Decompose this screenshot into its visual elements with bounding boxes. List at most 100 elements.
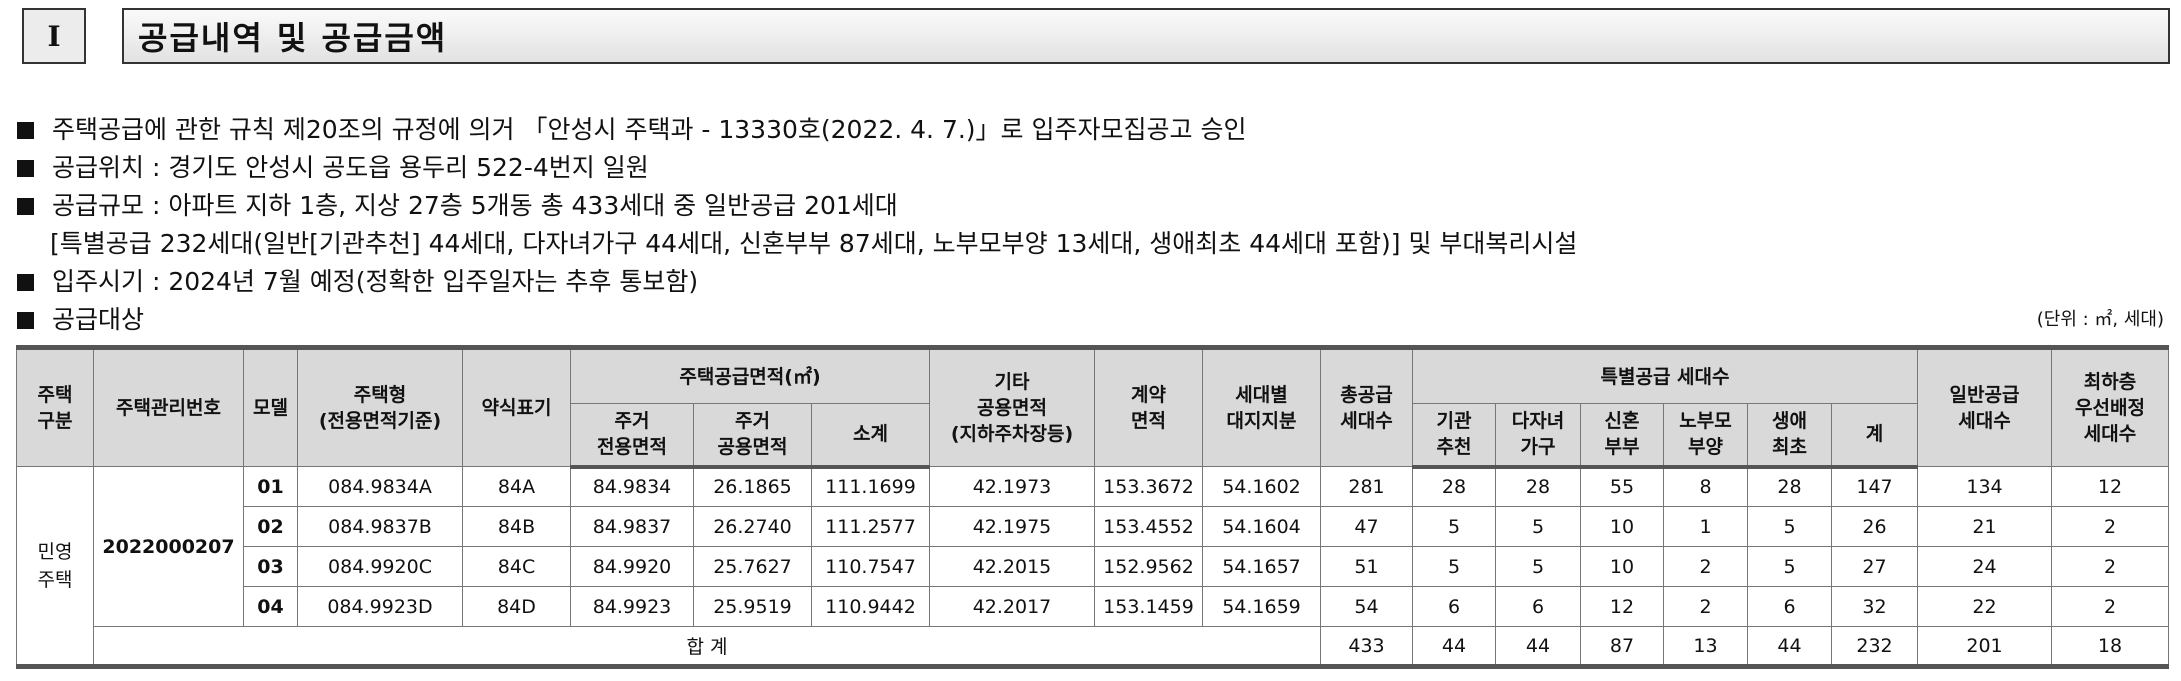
th-first-time: 생애 최초	[1747, 403, 1832, 469]
bullet-item: 공급대상 (단위 : ㎡, 세대)	[14, 301, 2164, 339]
cell-newlywed: 55	[1580, 466, 1664, 507]
cell-subtotal: 110.9442	[811, 586, 930, 627]
th-special: 특별공급 세대수	[1411, 347, 1919, 404]
th-lowest-floor: 최하층 우선배정 세대수	[2051, 347, 2170, 467]
square-bullet-icon	[17, 197, 34, 215]
cell-house-type: 084.9920C	[297, 546, 463, 587]
bullet-item: 공급위치 : 경기도 안성시 공도읍 용두리 522-4번지 일원	[14, 149, 2164, 187]
cell-abbr: 84C	[462, 546, 571, 587]
cell-house-type: 084.9834A	[297, 466, 463, 507]
cell-elderly: 1	[1663, 506, 1748, 547]
cell-total: 47	[1320, 506, 1413, 547]
cell-total: 54	[1320, 586, 1413, 627]
housing-category-cell: 민영 주택	[16, 466, 94, 667]
section-number: I	[22, 8, 86, 64]
cell-exclusive: 84.9920	[570, 546, 694, 587]
table-row: 민영 주택 2022000207 01 084.9834A 84A 84.983…	[16, 466, 2170, 667]
cell-general: 21	[1917, 506, 2053, 547]
section-header: I 공급내역 및 공급금액	[22, 8, 2170, 66]
cell-model: 02	[243, 506, 298, 547]
table-row: 04 084.9923D 84D 84.9923 25.9519 110.944…	[17, 586, 2170, 627]
cell-sp-total: 26	[1830, 506, 1919, 547]
cell-sp-total: 27	[1830, 546, 1919, 587]
cell-subtotal: 111.2577	[811, 506, 930, 547]
square-bullet-icon	[17, 159, 34, 177]
cell-first: 5	[1747, 546, 1832, 587]
cell-land: 54.1659	[1202, 586, 1321, 627]
th-elderly: 노부모 부양	[1663, 403, 1748, 469]
bullet-item: 주택공급에 관한 규칙 제20조의 규정에 의거 「안성시 주택과 - 1333…	[14, 111, 2164, 149]
mgmt-number-cell: 2022000207	[93, 466, 244, 627]
cell-newlywed: 12	[1580, 586, 1664, 627]
cell-abbr: 84A	[462, 466, 571, 507]
bullet-item: 입주시기 : 2024년 7월 예정(정확한 입주일자는 추후 통보함)	[14, 263, 2164, 301]
th-newlywed: 신혼 부부	[1580, 403, 1664, 469]
cell-land: 54.1657	[1202, 546, 1321, 587]
cell-general: 134	[1917, 466, 2053, 507]
cell-other: 42.2015	[929, 546, 1095, 587]
cell-first: 5	[1747, 506, 1832, 547]
th-model: 모델	[243, 347, 298, 467]
cell-newlywed: 10	[1580, 546, 1664, 587]
cell-multi: 5	[1495, 546, 1581, 587]
cell-total: 51	[1320, 546, 1413, 587]
unit-note: (단위 : ㎡, 세대)	[2036, 309, 2164, 330]
total-agency: 44	[1412, 626, 1496, 667]
total-lowest: 18	[2051, 626, 2170, 667]
cell-sp-total: 147	[1830, 466, 1919, 507]
cell-contract: 152.9562	[1094, 546, 1203, 587]
cell-elderly: 2	[1663, 586, 1748, 627]
cell-sp-total: 32	[1830, 586, 1919, 627]
cell-exclusive: 84.9923	[570, 586, 694, 627]
cell-lowest: 2	[2051, 586, 2170, 627]
cell-contract: 153.3672	[1094, 466, 1203, 507]
cell-contract: 153.4552	[1094, 506, 1203, 547]
th-subtotal: 소계	[811, 403, 930, 469]
total-units: 433	[1320, 626, 1413, 667]
bullet-continuation: [특별공급 232세대(일반[기관추천] 44세대, 다자녀가구 44세대, 신…	[50, 229, 1578, 258]
th-exclusive: 주거 전용면적	[570, 403, 694, 469]
cell-general: 22	[1917, 586, 2053, 627]
bullet-list: 주택공급에 관한 규칙 제20조의 규정에 의거 「안성시 주택과 - 1333…	[14, 111, 2164, 339]
table-row: 03 084.9920C 84C 84.9920 25.7627 110.754…	[17, 546, 2170, 587]
bullet-item: 공급규모 : 아파트 지하 1층, 지상 27층 5개동 총 433세대 중 일…	[14, 187, 2164, 225]
total-first: 44	[1747, 626, 1832, 667]
th-housing-category: 주택 구분	[16, 347, 94, 467]
cell-agency: 5	[1412, 546, 1496, 587]
th-contract-area: 계약 면적	[1094, 347, 1203, 467]
cell-common: 25.9519	[693, 586, 812, 627]
cell-subtotal: 111.1699	[811, 466, 930, 507]
cell-abbr: 84D	[462, 586, 571, 627]
cell-other: 42.1973	[929, 466, 1095, 507]
table-row: 02 084.9837B 84B 84.9837 26.2740 111.257…	[17, 506, 2170, 547]
square-bullet-icon	[17, 311, 34, 329]
total-newlywed: 87	[1580, 626, 1664, 667]
page: I 공급내역 및 공급금액 주택공급에 관한 규칙 제20조의 규정에 의거 「…	[0, 0, 2181, 681]
cell-house-type: 084.9837B	[297, 506, 463, 547]
cell-contract: 153.1459	[1094, 586, 1203, 627]
total-label: 합 계	[93, 626, 1321, 667]
cell-multi: 6	[1495, 586, 1581, 627]
th-land-share: 세대별 대지지분	[1202, 347, 1321, 467]
cell-agency: 28	[1412, 466, 1496, 507]
total-multi: 44	[1495, 626, 1581, 667]
cell-land: 54.1602	[1202, 466, 1321, 507]
cell-lowest: 2	[2051, 506, 2170, 547]
total-elderly: 13	[1663, 626, 1748, 667]
cell-house-type: 084.9923D	[297, 586, 463, 627]
cell-lowest: 12	[2051, 466, 2170, 507]
th-multi-child: 다자녀 가구	[1495, 403, 1581, 469]
cell-agency: 5	[1412, 506, 1496, 547]
cell-exclusive: 84.9834	[570, 466, 694, 507]
cell-abbr: 84B	[462, 506, 571, 547]
square-bullet-icon	[17, 121, 34, 139]
cell-model: 01	[243, 466, 298, 507]
cell-land: 54.1604	[1202, 506, 1321, 547]
cell-multi: 28	[1495, 466, 1581, 507]
th-other-common: 기타 공용면적 (지하주차장등)	[929, 347, 1095, 467]
cell-newlywed: 10	[1580, 506, 1664, 547]
th-abbr: 약식표기	[462, 347, 571, 467]
cell-first: 28	[1747, 466, 1832, 507]
th-common: 주거 공용면적	[693, 403, 812, 469]
total-sp-total: 232	[1830, 626, 1919, 667]
